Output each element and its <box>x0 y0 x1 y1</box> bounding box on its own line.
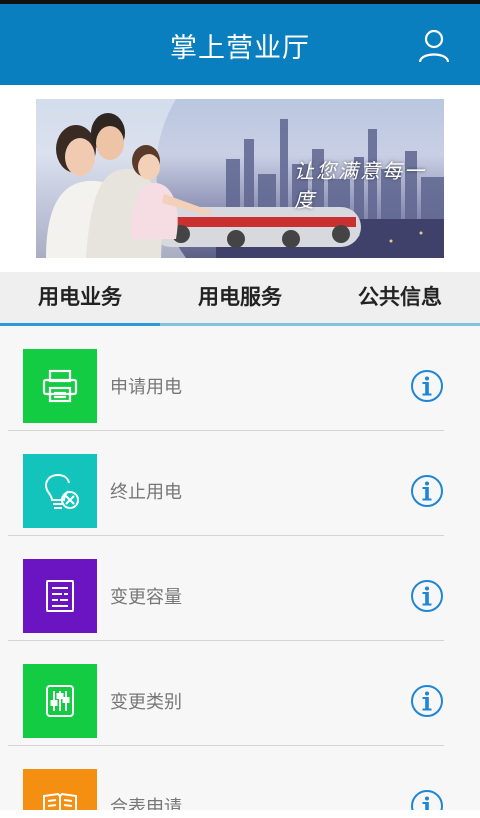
bulb-cancel-icon <box>45 474 79 509</box>
info-button[interactable] <box>410 369 444 403</box>
sliders-icon <box>46 685 74 717</box>
user-profile-button[interactable] <box>416 28 452 64</box>
service-icon-box <box>23 664 97 738</box>
info-icon <box>411 790 443 810</box>
promo-banner[interactable]: 让您满意每一度 <box>36 99 444 258</box>
form-list-icon <box>46 580 74 612</box>
list-item-change-capacity[interactable]: 变更容量 <box>8 536 444 641</box>
app-header: 掌上营业厅 <box>0 0 480 85</box>
page-title: 掌上营业厅 <box>170 33 310 64</box>
service-icon-box <box>23 559 97 633</box>
list-item-change-category[interactable]: 变更类别 <box>8 641 444 746</box>
service-list: 申请用电 终止用电 变更容量 变更类别 合表申请 <box>0 326 480 810</box>
list-item-merge-meter-application[interactable]: 合表申请 <box>8 746 444 810</box>
printer-icon <box>42 369 78 403</box>
info-button[interactable] <box>410 789 444 810</box>
info-button[interactable] <box>410 579 444 613</box>
service-icon-box <box>23 349 97 423</box>
user-icon <box>418 29 450 63</box>
service-icon-box <box>23 454 97 528</box>
service-label: 变更类别 <box>110 692 182 713</box>
info-icon <box>411 580 443 612</box>
service-label: 申请用电 <box>110 377 182 398</box>
service-label: 变更容量 <box>110 587 182 608</box>
banner-slogan: 让您满意每一度 <box>294 159 426 212</box>
list-item-terminate-electricity[interactable]: 终止用电 <box>8 431 444 536</box>
info-button[interactable] <box>410 684 444 718</box>
tab-electricity-service[interactable]: 用电服务 <box>160 272 320 323</box>
list-item-apply-electricity[interactable]: 申请用电 <box>8 326 444 431</box>
info-icon <box>411 370 443 402</box>
service-label: 合表申请 <box>110 797 182 810</box>
info-button[interactable] <box>410 474 444 508</box>
book-icon <box>43 792 77 810</box>
service-icon-box <box>23 769 97 810</box>
info-icon <box>411 685 443 717</box>
service-label: 终止用电 <box>110 482 182 503</box>
category-tabs: 用电业务 用电服务 公共信息 <box>0 272 480 326</box>
tab-electricity-business[interactable]: 用电业务 <box>0 272 160 326</box>
info-icon <box>411 475 443 507</box>
tab-public-information[interactable]: 公共信息 <box>320 272 480 323</box>
